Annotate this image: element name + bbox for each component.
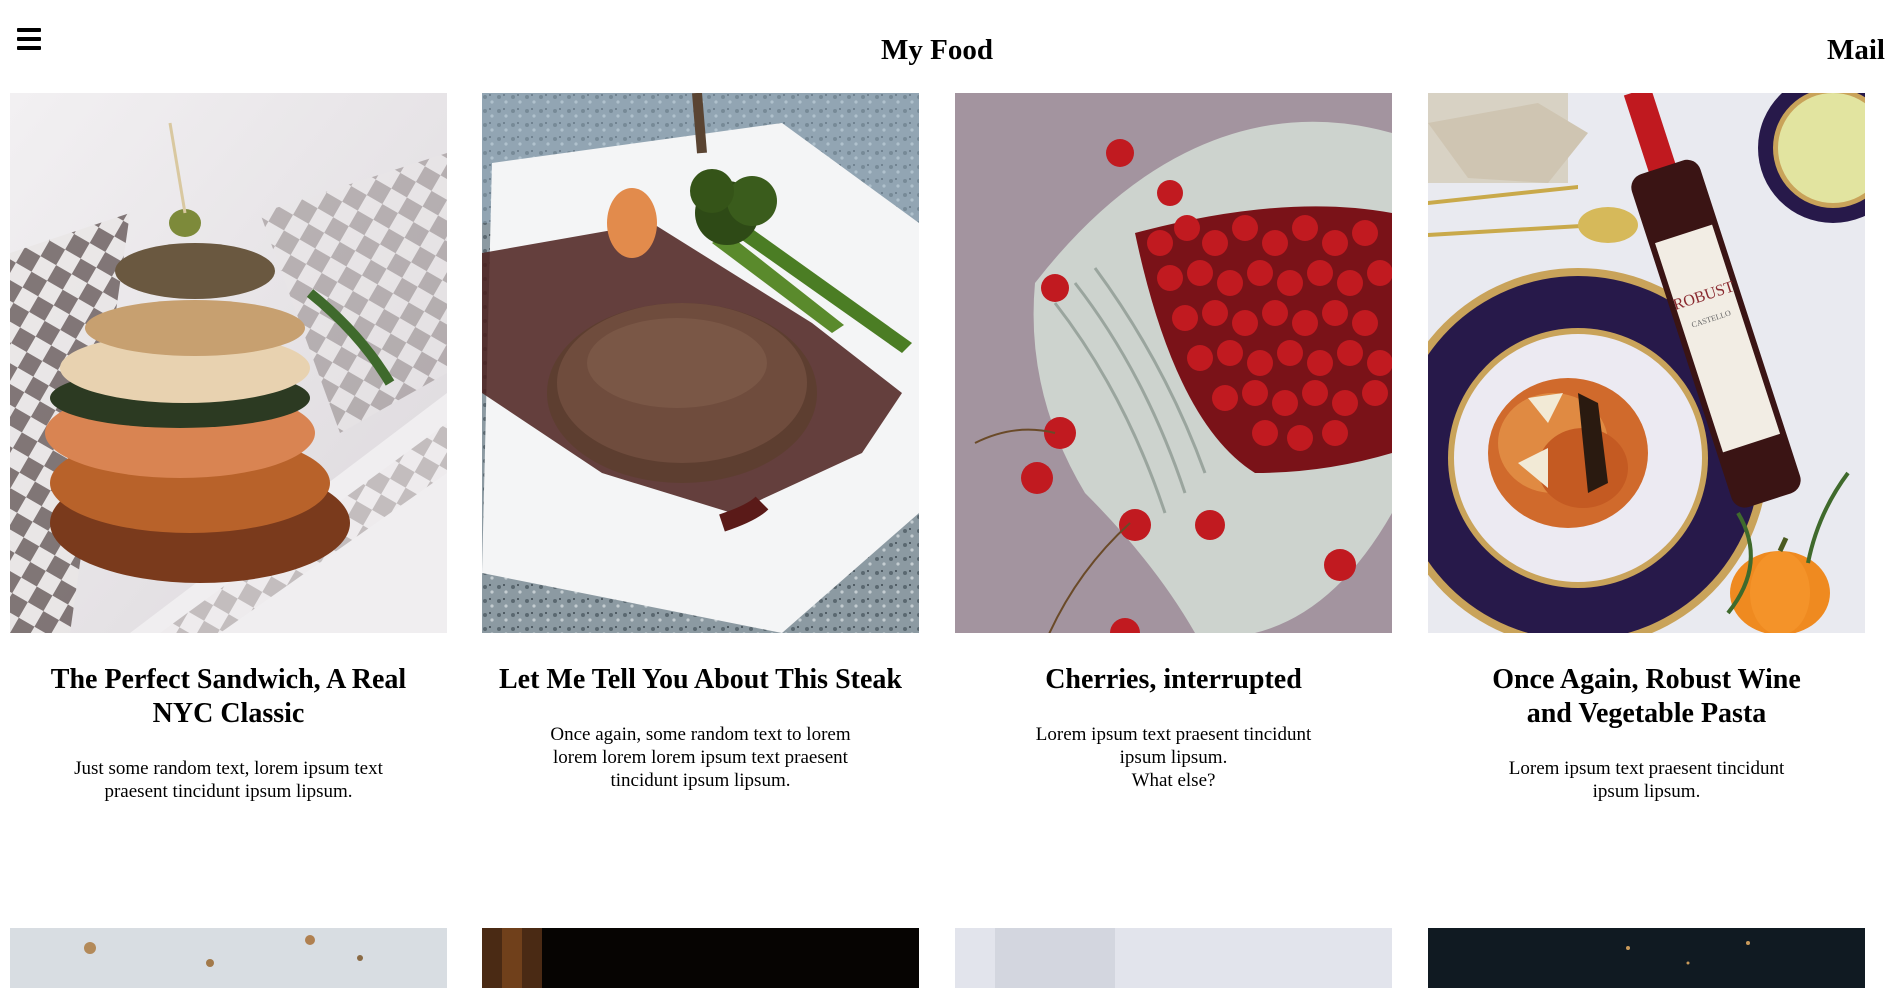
card-text: Just some random text, lorem ipsum text … [74,758,383,802]
card-row2-3-photo[interactable] [955,928,1392,988]
card-title[interactable]: Once Again, Robust Wine and Vegetable Pa… [1428,663,1865,731]
light-food-photo [955,928,1392,988]
card-title[interactable]: Cherries, interrupted [955,663,1392,697]
card-pasta-wine[interactable]: ROBUST CASTELLO Once Again, Robust Wine … [1428,93,1865,803]
card-text: Once again, some random text to lorem lo… [550,724,851,791]
card-text: Lorem ipsum text praesent tincidunt ipsu… [1508,758,1785,802]
card-cherries[interactable]: Cherries, interrupted Lorem ipsum text p… [955,93,1392,792]
sandwich-photo[interactable] [10,93,447,633]
card-title[interactable]: The Perfect Sandwich, A Real NYC Classic [10,663,447,731]
card-row2-4-photo[interactable] [1428,928,1865,988]
site-title: My Food [881,34,993,66]
night-food-photo [1428,928,1865,988]
card-sandwich[interactable]: The Perfect Sandwich, A Real NYC Classic… [10,93,447,803]
card-text: Lorem ipsum text praesent tincidunt ipsu… [1035,724,1312,791]
card-title[interactable]: Let Me Tell You About This Steak [470,663,931,697]
dark-food-photo [482,928,919,988]
mail-link[interactable]: Mail [1827,32,1885,68]
cherries-photo[interactable] [955,93,1392,633]
card-row2-2-photo[interactable] [482,928,919,988]
card-row2-1-photo[interactable] [10,928,447,988]
card-steak[interactable]: Let Me Tell You About This Steak Once ag… [482,93,919,792]
crumbs-photo [10,928,447,988]
pasta-wine-photo[interactable]: ROBUST CASTELLO [1428,93,1865,633]
top-bar: My Food Mail [0,0,1897,90]
steak-photo[interactable] [482,93,919,633]
